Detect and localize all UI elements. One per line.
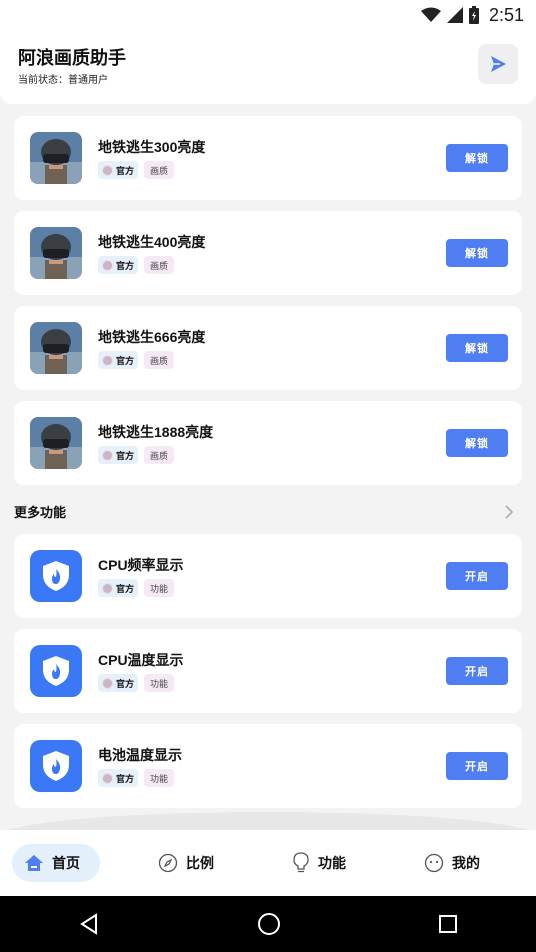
nav-profile[interactable]: 我的: [424, 844, 480, 882]
official-tag: 官方: [98, 161, 139, 179]
signal-icon: [446, 7, 463, 23]
avatar-icon: [102, 354, 113, 366]
nav-ratio[interactable]: 比例: [158, 844, 214, 882]
category-tag: 功能: [144, 579, 175, 597]
shield-icon: [30, 740, 82, 792]
item-tags: 官方 画质: [98, 351, 175, 369]
enable-button[interactable]: 开启: [446, 752, 508, 780]
nav-label: 功能: [318, 855, 346, 871]
wifi-icon: [420, 7, 441, 22]
unlock-button[interactable]: 解锁: [446, 334, 508, 362]
feature-card: 电池温度显示 官方 功能 开启: [14, 724, 522, 808]
item-tags: 官方 功能: [98, 769, 175, 787]
item-tags: 官方 画质: [98, 256, 175, 274]
face-icon: [424, 853, 444, 873]
feature-card: CPU频率显示 官方 功能 开启: [14, 534, 522, 618]
nav-label: 首页: [52, 855, 80, 871]
item-tags: 官方 功能: [98, 674, 175, 692]
nav-label: 我的: [452, 855, 480, 871]
quality-card: 地铁逃生1888亮度 官方 画质 解锁: [14, 401, 522, 485]
official-tag: 官方: [98, 674, 139, 692]
unlock-button[interactable]: 解锁: [446, 429, 508, 457]
category-tag: 画质: [144, 351, 175, 369]
item-tags: 官方 画质: [98, 161, 175, 179]
item-name: 电池温度显示: [98, 747, 182, 763]
avatar-icon: [102, 582, 113, 594]
unlock-button[interactable]: 解锁: [446, 144, 508, 172]
category-tag: 功能: [144, 769, 175, 787]
category-tag: 画质: [144, 446, 175, 464]
unlock-button[interactable]: 解锁: [446, 239, 508, 267]
section-title: 更多功能: [14, 505, 67, 520]
official-tag: 官方: [98, 351, 139, 369]
lightbulb-icon: [293, 852, 309, 873]
item-tags: 官方 画质: [98, 446, 175, 464]
game-thumbnail: [30, 322, 82, 374]
avatar-icon: [102, 677, 113, 689]
status-bar: 2:51: [0, 0, 536, 30]
item-name: CPU温度显示: [98, 652, 184, 668]
official-tag: 官方: [98, 769, 139, 787]
category-tag: 画质: [144, 256, 175, 274]
system-navigation-bar: [0, 896, 536, 952]
enable-button[interactable]: 开启: [446, 657, 508, 685]
main-content: 地铁逃生300亮度 官方 画质 解锁 地铁逃生400亮度 官方 画质 解锁 地铁…: [0, 104, 536, 824]
nav-features[interactable]: 功能: [292, 844, 346, 882]
shield-icon: [30, 645, 82, 697]
item-name: 地铁逃生666亮度: [98, 329, 206, 345]
item-name: 地铁逃生300亮度: [98, 139, 206, 155]
more-features-header[interactable]: 更多功能: [14, 502, 522, 524]
clock: 2:51: [488, 4, 524, 25]
item-name: 地铁逃生400亮度: [98, 234, 206, 250]
quality-card: 地铁逃生400亮度 官方 画质 解锁: [14, 211, 522, 295]
enable-button[interactable]: 开启: [446, 562, 508, 590]
recents-icon[interactable]: [438, 914, 458, 934]
quality-card: 地铁逃生300亮度 官方 画质 解锁: [14, 116, 522, 200]
avatar-icon: [102, 772, 113, 784]
quality-card: 地铁逃生666亮度 官方 画质 解锁: [14, 306, 522, 390]
game-thumbnail: [30, 417, 82, 469]
header-action-button[interactable]: [478, 44, 518, 84]
bottom-navigation: 首页 比例 功能 我的: [0, 830, 536, 896]
send-icon: [491, 56, 506, 72]
chevron-right-icon: [505, 505, 514, 519]
shield-icon: [30, 550, 82, 602]
official-tag: 官方: [98, 579, 139, 597]
home-circle-icon[interactable]: [257, 912, 281, 936]
battery-icon: [468, 6, 479, 24]
avatar-icon: [102, 449, 113, 461]
game-thumbnail: [30, 227, 82, 279]
screen: 2:51 阿浪画质助手 当前状态：普通用户 地铁逃生300亮度 官方 画质 解锁…: [0, 0, 536, 952]
game-thumbnail: [30, 132, 82, 184]
item-name: CPU频率显示: [98, 557, 184, 573]
back-icon[interactable]: [78, 913, 100, 935]
nav-label: 比例: [186, 855, 214, 871]
home-icon: [25, 855, 43, 871]
avatar-icon: [102, 164, 113, 176]
feature-card: CPU温度显示 官方 功能 开启: [14, 629, 522, 713]
item-name: 地铁逃生1888亮度: [98, 424, 214, 440]
app-header: 阿浪画质助手 当前状态：普通用户: [0, 30, 536, 104]
avatar-icon: [102, 259, 113, 271]
compass-icon: [158, 853, 178, 873]
user-status: 当前状态：普通用户: [18, 75, 108, 86]
category-tag: 功能: [144, 674, 175, 692]
app-title: 阿浪画质助手: [18, 48, 126, 68]
nav-home[interactable]: 首页: [12, 844, 100, 882]
official-tag: 官方: [98, 446, 139, 464]
category-tag: 画质: [144, 161, 175, 179]
item-tags: 官方 功能: [98, 579, 175, 597]
official-tag: 官方: [98, 256, 139, 274]
